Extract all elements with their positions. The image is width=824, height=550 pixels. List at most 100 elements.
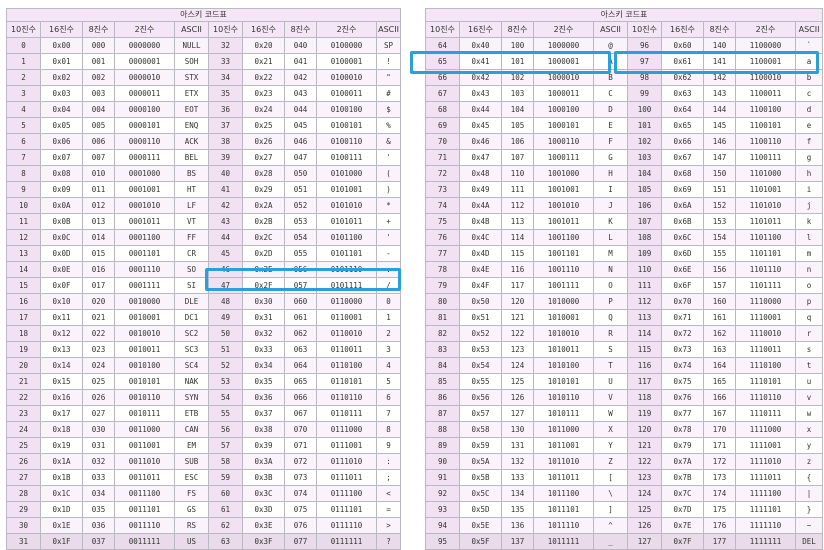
table-cell: 1100001 [735, 53, 796, 70]
table-cell: 1 [6, 53, 41, 70]
table-cell: 57 [208, 437, 243, 454]
table-cell: 0x6F [661, 277, 704, 294]
table-cell: { [794, 469, 824, 486]
table-row: 22 0x16 026 0010110 SYN 54 0x36 066 0110110 6 [6, 389, 402, 406]
table-cell: RS [174, 517, 209, 534]
table-cell: 032 [82, 453, 115, 470]
table-cell: 1110100 [735, 357, 796, 374]
table-cell: 76 [425, 229, 460, 246]
table-row: 75 0x4B 113 1001011 K 107 0x6B 153 1101011 k [425, 213, 824, 230]
table-cell: 0111000 [316, 421, 377, 438]
table-cell: 1101010 [735, 197, 796, 214]
table-cell: 103 [501, 85, 534, 102]
table-cell: 001 [82, 53, 115, 70]
table-cell: 1001010 [533, 197, 594, 214]
table-cell: [ [593, 469, 628, 486]
table-cell: @ [593, 37, 628, 54]
table-cell: b [794, 69, 824, 86]
table-cell: 0x44 [459, 101, 502, 118]
table-cell: 0x23 [242, 85, 285, 102]
table-cell: 130 [501, 421, 534, 438]
table-cell: ( [375, 165, 402, 182]
table-cell: SI [174, 277, 209, 294]
table-cell: 0x1B [40, 469, 83, 486]
table-cell: 067 [284, 405, 317, 422]
column-header: 10진수 [425, 21, 460, 38]
table-cell: 0x2C [242, 229, 285, 246]
table-cell: 1010010 [533, 325, 594, 342]
table-cell: 0x46 [459, 133, 502, 150]
table-cell: 100 [627, 101, 662, 118]
table-cell: 1010000 [533, 293, 594, 310]
table-cell: 0x62 [661, 69, 704, 86]
table-cell: 0x73 [661, 341, 704, 358]
table-cell: 1110001 [735, 309, 796, 326]
table-cell: 026 [82, 389, 115, 406]
table-row: 31 0x1F 037 0011111 US 63 0x3F 077 0111111? [6, 533, 402, 550]
table-cell: 153 [703, 213, 736, 230]
table-cell: n [794, 261, 824, 278]
table-cell: 47 [208, 277, 243, 294]
table-cell: 1010011 [533, 341, 594, 358]
table-cell: 1 [375, 309, 402, 326]
table-cell: 93 [425, 501, 460, 518]
table-cell: 0x06 [40, 133, 83, 150]
table-cell: ETX [174, 85, 209, 102]
table-cell: 0x71 [661, 309, 704, 326]
table-cell: 1001111 [533, 277, 594, 294]
table-cell: 1110010 [735, 325, 796, 342]
table-cell: 119 [627, 405, 662, 422]
table-cell: 59 [208, 469, 243, 486]
column-header: 8진수 [501, 21, 534, 38]
column-header: 2진수 [316, 21, 377, 38]
table-cell: F [593, 133, 628, 150]
table-cell: 1010110 [533, 389, 594, 406]
table-cell: 7 [6, 149, 41, 166]
table-row: 13 0x0D 015 0001101 CR 45 0x2D 055 0101101- [6, 245, 402, 262]
table-cell: 6 [6, 133, 41, 150]
table-cell: 0x0F [40, 277, 83, 294]
table-cell: 0x7F [661, 533, 704, 550]
table-row: 73 0x49 111 1001001 I 105 0x69 151 1101001 i [425, 181, 824, 198]
table-row: 67 0x43 103 1000011 C 99 0x63 143 1100011 c [425, 85, 824, 102]
table-cell: 14 [6, 261, 41, 278]
table-cell: 10 [6, 197, 41, 214]
table-cell: 141 [703, 53, 736, 70]
table-cell: 126 [627, 517, 662, 534]
table-cell: 1100111 [735, 149, 796, 166]
table-cell: 101 [627, 117, 662, 134]
table-row: 65 0x41 101 1000001 A 97 0x61 141 1100001 a [425, 53, 824, 70]
table-cell: 160 [703, 293, 736, 310]
table-cell: 1110110 [735, 389, 796, 406]
table-cell: 74 [425, 197, 460, 214]
table-cell: 056 [284, 261, 317, 278]
table-cell: ^ [593, 517, 628, 534]
table-cell: 35 [208, 85, 243, 102]
table-cell: m [794, 245, 824, 262]
table-row: 83 0x53 123 1010011 S 115 0x73 163 1110011 s [425, 341, 824, 358]
column-header: 8진수 [703, 21, 736, 38]
table-cell: 0110111 [316, 405, 377, 422]
table-cell: 110 [501, 165, 534, 182]
table-cell: 0111110 [316, 517, 377, 534]
table-cell: 58 [208, 453, 243, 470]
table-cell: 1000000 [533, 37, 594, 54]
table-cell: 0x68 [661, 165, 704, 182]
table-cell: _ [593, 533, 628, 550]
table-cell: 171 [703, 437, 736, 454]
table-cell: 075 [284, 501, 317, 518]
table-cell: 0011100 [114, 485, 175, 502]
table-cell: e [794, 117, 824, 134]
table-cell: 101 [501, 53, 534, 70]
table-cell: 044 [284, 101, 317, 118]
table-cell: 0001011 [114, 213, 175, 230]
table-row: 0 0x00 000 0000000 NULL 32 0x20 040 0100000 SP [6, 37, 402, 54]
table-cell: 7 [375, 405, 402, 422]
table-cell: 1100110 [735, 133, 796, 150]
table-cell: 112 [627, 293, 662, 310]
table-row: 24 0x18 030 0011000 CAN 56 0x38 070 0111000 8 [6, 421, 402, 438]
table-cell: 0011000 [114, 421, 175, 438]
table-cell: 127 [501, 405, 534, 422]
table-cell: # [375, 85, 402, 102]
table-cell: 11 [6, 213, 41, 230]
